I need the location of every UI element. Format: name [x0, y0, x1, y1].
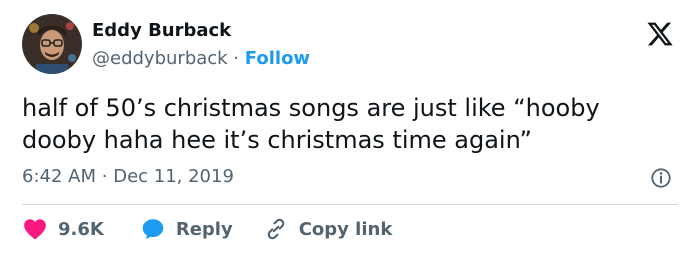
like-button[interactable]: 9.6K: [22, 216, 104, 242]
avatar[interactable]: [22, 14, 82, 74]
info-icon[interactable]: [650, 167, 672, 189]
tweet-text: half of 50’s christmas songs are just li…: [22, 94, 600, 154]
link-icon: [267, 218, 284, 240]
x-logo-icon[interactable]: [645, 20, 675, 48]
reply-button[interactable]: Reply: [140, 216, 233, 242]
reply-bubble-icon: [142, 219, 164, 240]
tweet-date: Dec 11, 2019: [113, 166, 234, 187]
divider: [22, 204, 678, 205]
like-count: 9.6K: [58, 218, 104, 240]
tweet-timestamp[interactable]: 6:42 AM · Dec 11, 2019: [22, 166, 234, 188]
copy-link-button[interactable]: Copy link: [263, 216, 393, 242]
avatar-image: [22, 14, 82, 74]
reply-label: Reply: [175, 218, 233, 240]
copy-link-label: Copy link: [298, 218, 393, 240]
tweet-card: Eddy Burback @eddyburback · Follow half …: [0, 0, 700, 256]
follow-button[interactable]: Follow: [245, 48, 310, 69]
author-name[interactable]: Eddy Burback: [92, 20, 231, 42]
author-handle-row: @eddyburback · Follow: [92, 48, 310, 70]
author-handle[interactable]: @eddyburback: [92, 48, 228, 69]
action-bar: 9.6K Reply Copy link: [22, 216, 392, 242]
heart-icon: [24, 219, 46, 240]
handle-separator: ·: [233, 48, 240, 69]
tweet-time: 6:42 AM: [22, 166, 96, 187]
timestamp-separator: ·: [101, 166, 108, 187]
